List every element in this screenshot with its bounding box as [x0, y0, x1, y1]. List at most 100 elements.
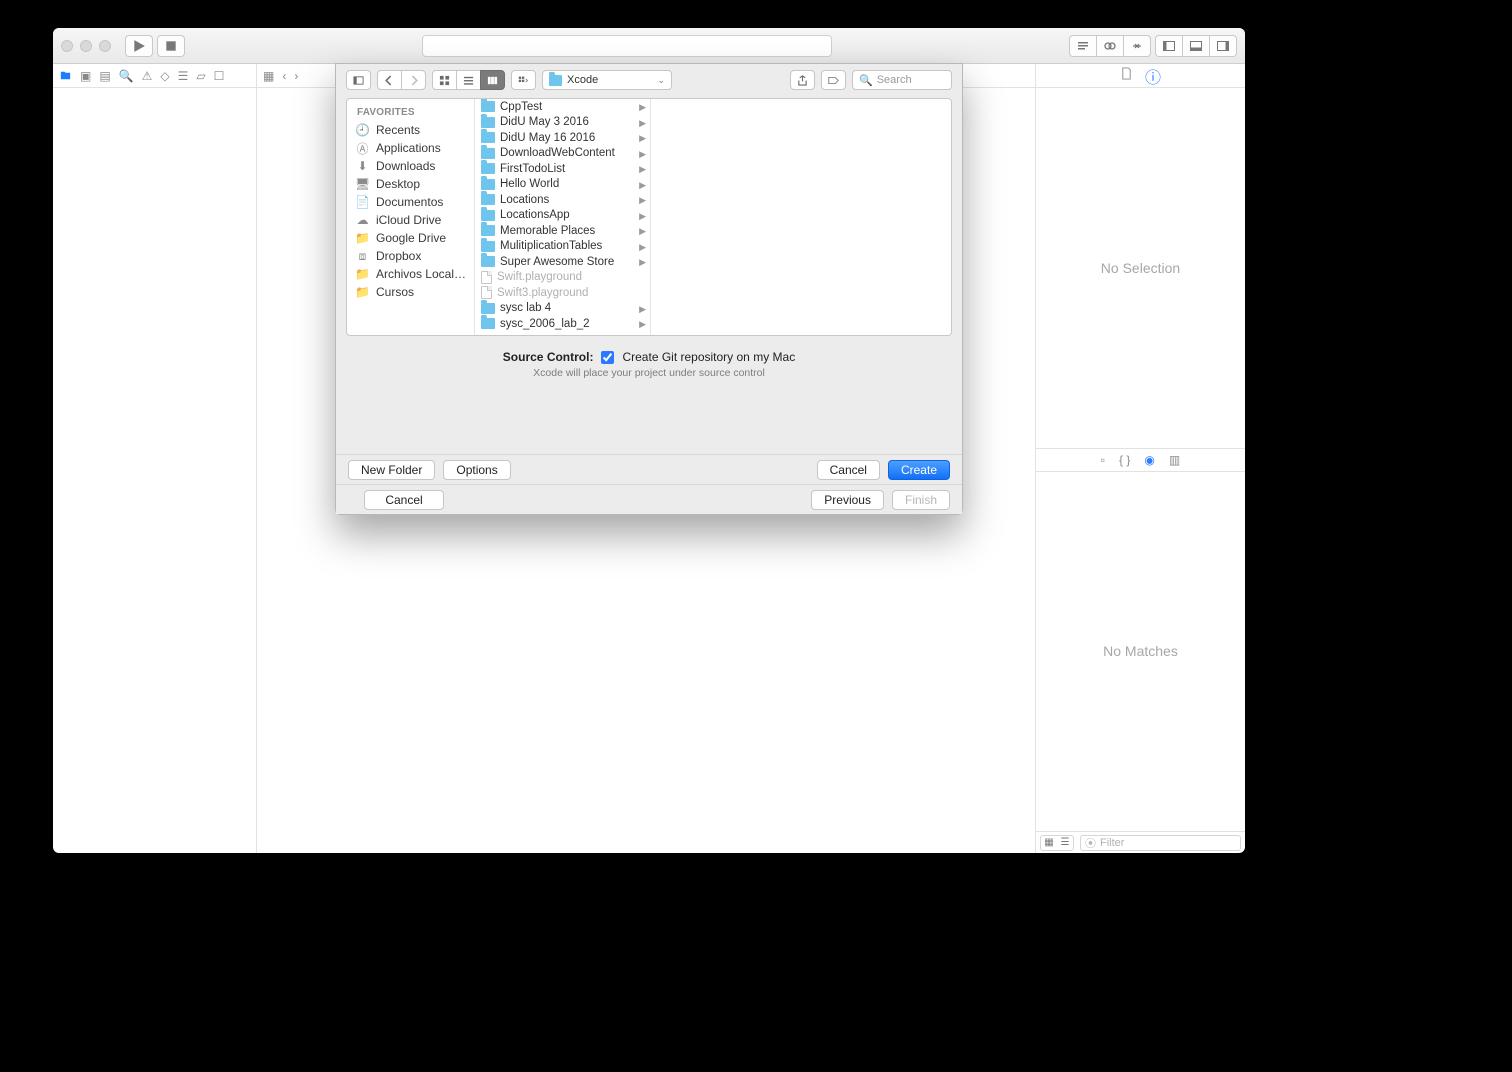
- minimize-icon[interactable]: [80, 40, 92, 52]
- cancel-button[interactable]: Cancel: [817, 460, 880, 480]
- sheet-button-row: New Folder Options Cancel Create: [336, 454, 962, 484]
- finder-row[interactable]: DidU May 3 2016▶: [475, 115, 650, 131]
- back-icon[interactable]: ‹: [282, 69, 286, 83]
- finder-row-label: sysc lab 4: [500, 302, 551, 314]
- new-folder-button[interactable]: New Folder: [348, 460, 435, 480]
- file-template-library-icon[interactable]: ▫: [1101, 453, 1105, 467]
- forward-icon[interactable]: ›: [294, 69, 298, 83]
- file-icon: [481, 271, 492, 284]
- view-mode-segment[interactable]: [432, 70, 505, 90]
- finder-row[interactable]: sysc_2006_lab_2▶: [475, 316, 650, 332]
- media-library-icon[interactable]: ▥: [1169, 453, 1180, 467]
- toggle-debug-icon[interactable]: [1182, 35, 1210, 57]
- version-editor-icon[interactable]: [1123, 35, 1151, 57]
- assistant-editor-icon[interactable]: [1096, 35, 1124, 57]
- finder-row-label: Locations: [500, 194, 549, 206]
- library-filter-field[interactable]: ⦿ Filter: [1080, 835, 1241, 851]
- related-items-icon[interactable]: ▦: [263, 69, 274, 83]
- back-button[interactable]: [377, 70, 402, 90]
- location-popup[interactable]: Xcode ⌄: [542, 70, 672, 90]
- finder-row[interactable]: Swift.playground: [475, 270, 650, 286]
- list-view-button[interactable]: [456, 70, 481, 90]
- finder-row-label: FirstTodoList: [500, 163, 565, 175]
- object-library-icon[interactable]: ◉: [1144, 453, 1154, 467]
- finder-row[interactable]: CppTest▶: [475, 99, 650, 115]
- nav-segment[interactable]: [377, 70, 426, 90]
- finder-row[interactable]: FirstTodoList▶: [475, 161, 650, 177]
- report-navigator-icon[interactable]: ☐: [214, 69, 225, 83]
- sidebar-item[interactable]: ⧈Dropbox: [347, 247, 474, 265]
- navigator-tabs[interactable]: ▣ ▤ 🔍 ⚠ ◇ ☰ ▱ ☐: [53, 64, 257, 87]
- issue-navigator-icon[interactable]: ⚠: [142, 69, 153, 83]
- traffic-lights: [61, 40, 111, 52]
- run-button[interactable]: [125, 35, 153, 57]
- chevron-right-icon: ▶: [639, 319, 646, 330]
- inspector-tabs-top[interactable]: ⓘ: [1035, 64, 1245, 87]
- tags-button[interactable]: [821, 70, 846, 90]
- finder-row[interactable]: Super Awesome Store▶: [475, 254, 650, 270]
- quick-help-icon[interactable]: ⓘ: [1145, 64, 1161, 88]
- test-navigator-icon[interactable]: ◇: [160, 69, 169, 83]
- finder-row-label: DownloadWebContent: [500, 147, 615, 159]
- toggle-inspector-icon[interactable]: [1209, 35, 1237, 57]
- file-inspector-icon[interactable]: [1120, 67, 1133, 85]
- icon-view-button[interactable]: [432, 70, 457, 90]
- finder-row[interactable]: sysc lab 4▶: [475, 301, 650, 317]
- sidebar-item[interactable]: ⬇Downloads: [347, 157, 474, 175]
- close-icon[interactable]: [61, 40, 73, 52]
- panel-toggle-segment[interactable]: [1155, 35, 1237, 57]
- sidebar-item[interactable]: 📁Archivos Local…: [347, 265, 474, 283]
- sidebar-item[interactable]: 📁Google Drive: [347, 229, 474, 247]
- code-snippet-library-icon[interactable]: { }: [1119, 453, 1130, 467]
- share-button[interactable]: [790, 70, 815, 90]
- chevron-right-icon: ▶: [639, 149, 646, 160]
- breakpoint-navigator-icon[interactable]: ▱: [196, 69, 205, 83]
- source-control-sub: Xcode will place your project under sour…: [336, 367, 962, 379]
- finder-row[interactable]: MulitiplicationTables▶: [475, 239, 650, 255]
- finder-row[interactable]: LocationsApp▶: [475, 208, 650, 224]
- library-filter-bar: ▦☰ ⦿ Filter: [1036, 831, 1245, 853]
- finder-row[interactable]: DownloadWebContent ▶: [475, 146, 650, 162]
- finder-row-label: DidU May 16 2016: [500, 132, 595, 144]
- sidebar-item[interactable]: 🕘Recents: [347, 121, 474, 139]
- sidebar-item[interactable]: ⒶApplications: [347, 139, 474, 157]
- finder-row-label: Hello World: [500, 178, 559, 190]
- finder-column-1[interactable]: CppTest▶DidU May 3 2016▶DidU May 16 2016…: [475, 99, 651, 335]
- sidebar-item[interactable]: ☁iCloud Drive: [347, 211, 474, 229]
- finder-row[interactable]: DidU May 16 2016▶: [475, 130, 650, 146]
- folder-icon: [481, 132, 495, 143]
- project-navigator-icon[interactable]: [59, 69, 72, 82]
- toggle-sidebar-button[interactable]: [346, 70, 371, 90]
- folder-icon: [481, 303, 495, 314]
- git-checkbox[interactable]: [601, 351, 614, 364]
- library-view-toggle[interactable]: ▦☰: [1040, 835, 1074, 851]
- sidebar-item[interactable]: 📁Cursos: [347, 283, 474, 301]
- finder-row[interactable]: Locations▶: [475, 192, 650, 208]
- arrange-button[interactable]: [511, 70, 536, 90]
- library-tabs[interactable]: ▫ { } ◉ ▥: [1036, 448, 1245, 472]
- finder-column-2: [651, 99, 951, 335]
- wizard-previous-button[interactable]: Previous: [811, 490, 884, 510]
- wizard-cancel-button[interactable]: Cancel: [364, 490, 444, 510]
- forward-button[interactable]: [401, 70, 426, 90]
- editor-mode-segment[interactable]: [1069, 35, 1151, 57]
- standard-editor-icon[interactable]: [1069, 35, 1097, 57]
- finder-row[interactable]: Swift3.playground: [475, 285, 650, 301]
- stop-button[interactable]: [157, 35, 185, 57]
- finder-row[interactable]: Hello World▶: [475, 177, 650, 193]
- search-navigator-icon[interactable]: 🔍: [119, 69, 134, 83]
- sidebar-item[interactable]: 📄Documentos: [347, 193, 474, 211]
- sidebar-item[interactable]: 🖥Desktop: [347, 175, 474, 193]
- zoom-icon[interactable]: [99, 40, 111, 52]
- find-navigator-icon[interactable]: ▤: [99, 69, 110, 83]
- create-button[interactable]: Create: [888, 460, 950, 480]
- sidebar-item-label: Desktop: [376, 177, 420, 191]
- symbol-navigator-icon[interactable]: ▣: [80, 69, 91, 83]
- finder-row[interactable]: Memorable Places▶: [475, 223, 650, 239]
- options-button[interactable]: Options: [443, 460, 510, 480]
- folder-icon: 📁: [355, 268, 370, 281]
- column-view-button[interactable]: [480, 70, 505, 90]
- debug-navigator-icon[interactable]: ☰: [178, 69, 189, 83]
- search-field[interactable]: 🔍 Search: [852, 70, 952, 90]
- toggle-navigator-icon[interactable]: [1155, 35, 1183, 57]
